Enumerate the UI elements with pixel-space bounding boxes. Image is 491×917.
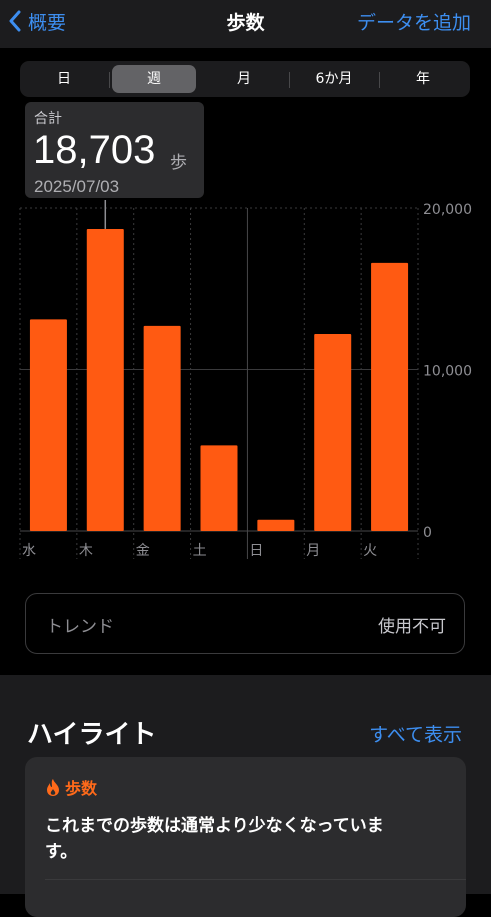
- steps-unit: 歩: [170, 153, 187, 173]
- bar-火[interactable]: [371, 262, 409, 531]
- bar-月[interactable]: [314, 333, 352, 531]
- segment-week[interactable]: 週: [112, 65, 196, 93]
- bar-木[interactable]: [86, 228, 124, 532]
- highlight-card-header: 歩数: [45, 775, 97, 799]
- selection-tooltip: 合計 18,703 歩 2025/07/03: [25, 102, 204, 198]
- segment-day[interactable]: 日: [24, 65, 104, 93]
- steps-bar-chart[interactable]: 水 木 金 土 日 月 火 0 10,000 20,000: [0, 200, 491, 562]
- flame-icon: [47, 778, 59, 796]
- trend-value: 使用不可: [378, 617, 446, 637]
- x-tick-label: 土: [193, 543, 207, 559]
- add-data-button[interactable]: データを追加: [357, 8, 471, 35]
- x-tick-label: 火: [363, 543, 377, 559]
- bar-土[interactable]: [200, 445, 238, 531]
- bar-日[interactable]: [257, 519, 295, 531]
- x-tick-label: 木: [79, 543, 93, 559]
- total-steps-value: 18,703: [33, 128, 156, 172]
- total-label: 合計: [34, 111, 62, 127]
- segment-year[interactable]: 年: [380, 65, 466, 93]
- highlight-text: これまでの歩数は通常より少なくなっています。: [45, 816, 384, 862]
- trend-label: トレンド: [46, 617, 114, 637]
- x-tick-label: 日: [249, 543, 263, 559]
- y-tick-label: 10,000: [423, 364, 472, 380]
- segment-month[interactable]: 月: [200, 65, 288, 93]
- y-tick-label: 0: [423, 525, 432, 541]
- trend-row[interactable]: トレンド 使用不可: [25, 593, 465, 654]
- y-tick-label: 20,000: [423, 202, 472, 218]
- segment-6-months[interactable]: 6か月: [290, 65, 378, 93]
- x-tick-label: 月: [306, 543, 320, 559]
- time-range-segmented-control: 日 週 月 6か月 年: [20, 61, 470, 97]
- x-tick-label: 水: [22, 543, 36, 559]
- highlight-category: 歩数: [65, 779, 98, 798]
- highlight-card[interactable]: 歩数 これまでの歩数は通常より少なくなっています。: [25, 757, 466, 917]
- highlights-title: ハイライト: [27, 720, 157, 750]
- x-tick-label: 金: [136, 543, 150, 559]
- selected-date: 2025/07/03: [34, 177, 120, 196]
- show-all-link[interactable]: すべて表示: [369, 720, 462, 747]
- bar-金[interactable]: [143, 325, 181, 531]
- divider: [45, 879, 466, 880]
- bar-水[interactable]: [29, 319, 67, 531]
- segment-divider: [109, 72, 110, 88]
